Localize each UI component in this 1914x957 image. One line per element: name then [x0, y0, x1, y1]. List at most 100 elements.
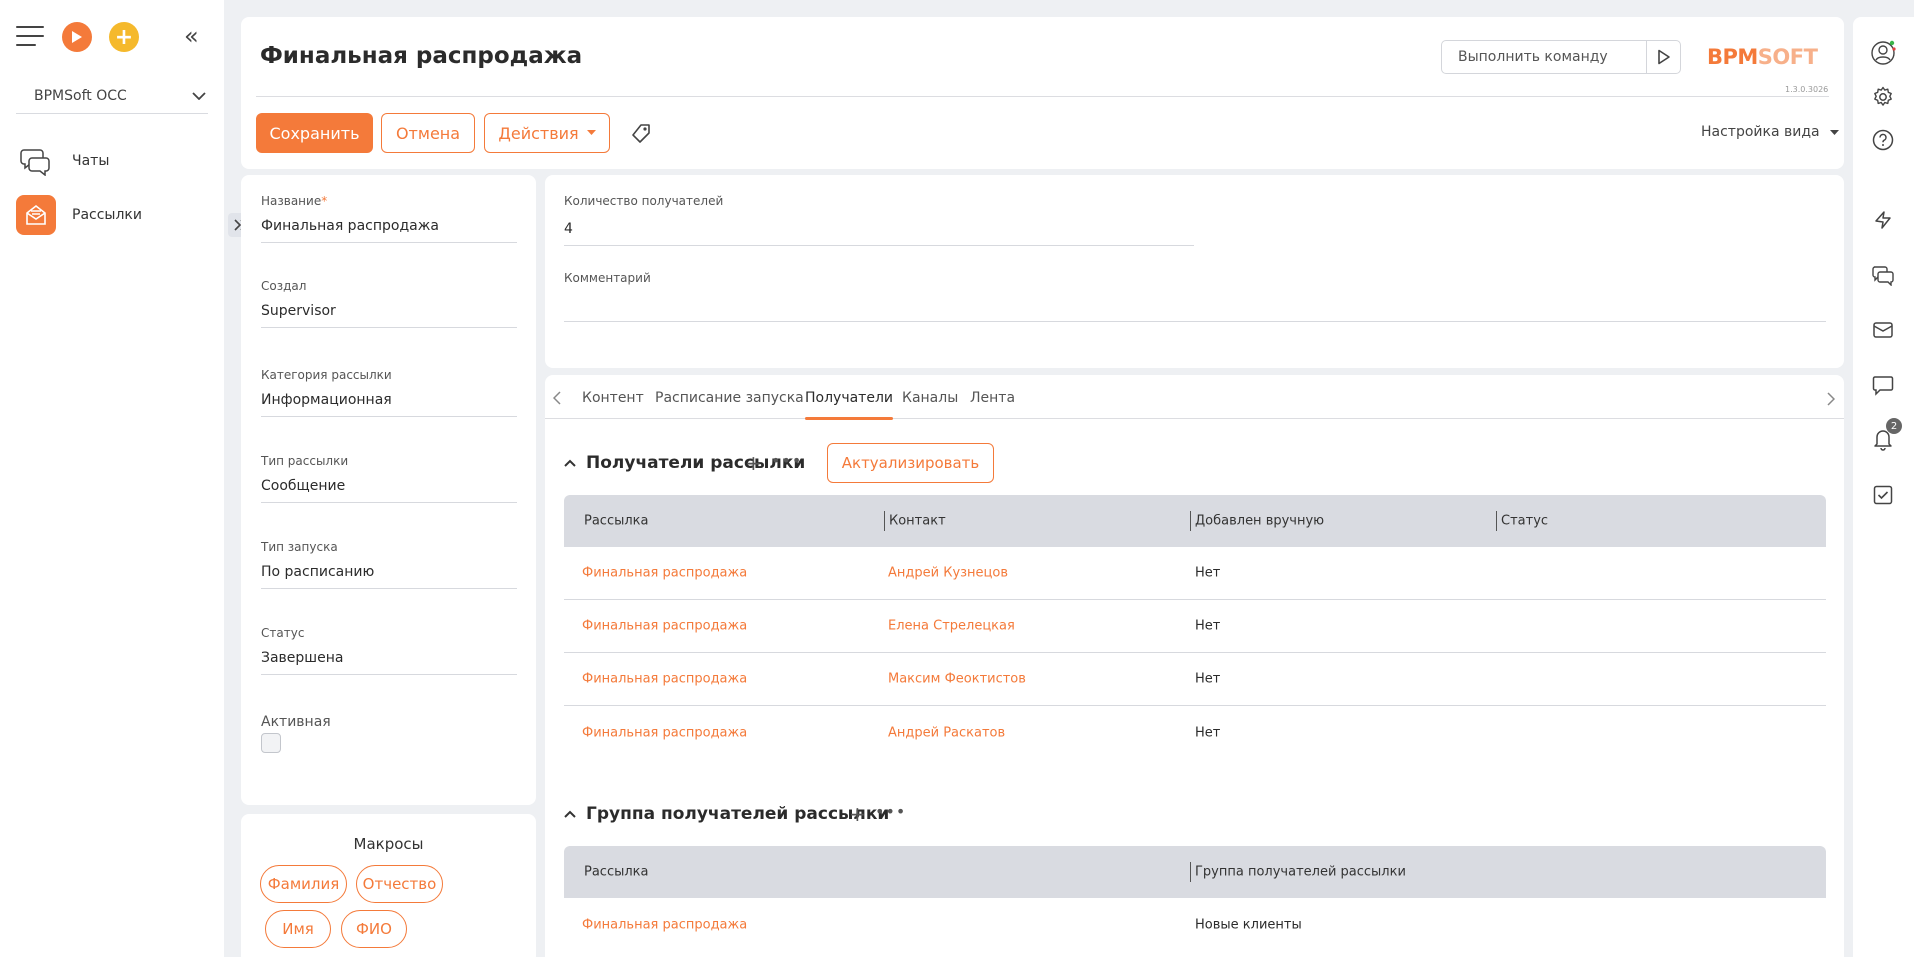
collapse-groups-icon[interactable]: [564, 806, 576, 822]
left-sidebar: + « BPMSoft OCC Чаты Рассылки: [0, 0, 224, 957]
tab-recipients[interactable]: Получатели: [805, 387, 893, 420]
help-icon[interactable]: [1868, 125, 1898, 155]
save-button[interactable]: Сохранить: [256, 113, 373, 153]
mailing-link[interactable]: Финальная распродажа: [582, 566, 747, 581]
mailing-type-field[interactable]: Тип рассылки Сообщение: [261, 454, 517, 503]
mailing-link[interactable]: Финальная распродажа: [582, 619, 747, 634]
mailing-link[interactable]: Финальная распродажа: [582, 672, 747, 687]
status-label: Статус: [261, 626, 305, 640]
add-recipient-icon[interactable]: +: [745, 453, 762, 473]
command-input[interactable]: Выполнить команду: [1441, 40, 1681, 74]
info-panel: Название* Финальная распродажа Создал Su…: [241, 175, 536, 805]
play-icon: [72, 31, 82, 43]
comments-icon[interactable]: [1868, 370, 1898, 400]
column-header-status[interactable]: Статус: [1501, 514, 1548, 529]
contact-link[interactable]: Андрей Раскатов: [888, 725, 1005, 740]
comment-field[interactable]: Комментарий: [564, 271, 1826, 322]
tag-icon[interactable]: [630, 123, 652, 149]
column-header-manual[interactable]: Добавлен вручную: [1195, 514, 1324, 529]
created-by-field[interactable]: Создал Supervisor: [261, 279, 517, 328]
macro-chip-fullname[interactable]: ФИО: [341, 910, 407, 948]
notifications-count-badge: 2: [1886, 418, 1902, 434]
notifications-bell-icon[interactable]: 2: [1868, 418, 1902, 454]
launch-type-value[interactable]: По расписанию: [261, 564, 517, 589]
mailing-link[interactable]: Финальная распродажа: [582, 725, 747, 740]
contact-link[interactable]: Максим Феоктистов: [888, 672, 1026, 687]
command-placeholder: Выполнить команду: [1458, 49, 1608, 65]
details-panel: Количество получателей 4 Комментарий: [545, 175, 1844, 368]
active-checkbox[interactable]: [261, 733, 281, 753]
status-value[interactable]: Завершена: [261, 650, 517, 675]
groups-section-title: Группа получателей рассылки: [586, 804, 890, 824]
column-header-mailing[interactable]: Рассылка: [584, 514, 649, 529]
view-settings-button[interactable]: Настройка вида: [1701, 124, 1840, 140]
tabs-scroll-right-icon[interactable]: [1827, 392, 1836, 410]
column-header-group[interactable]: Группа получателей рассылки: [1195, 865, 1406, 880]
tab-channels[interactable]: Каналы: [902, 387, 958, 419]
recipients-count-value[interactable]: 4: [564, 221, 1194, 246]
name-field[interactable]: Название* Финальная распродажа: [261, 194, 517, 243]
caret-down-icon: [1830, 130, 1840, 135]
category-value[interactable]: Информационная: [261, 392, 517, 417]
recipients-count-label: Количество получателей: [564, 194, 724, 208]
tabs-scroll-left-icon[interactable]: [552, 391, 561, 409]
more-options-icon[interactable]: •••: [771, 451, 802, 470]
tab-schedule[interactable]: Расписание запуска: [655, 387, 804, 419]
update-recipients-button[interactable]: Актуализировать: [827, 443, 994, 483]
sidebar-item-mailings[interactable]: Рассылки: [16, 193, 216, 237]
table-row[interactable]: Финальная распродажа Максим Феоктистов Н…: [564, 653, 1826, 706]
macros-panel: Макросы Фамилия Отчество Имя ФИО: [241, 814, 536, 957]
status-field[interactable]: Статус Завершена: [261, 626, 517, 675]
launch-type-field[interactable]: Тип запуска По расписанию: [261, 540, 517, 589]
collapse-sidebar-icon[interactable]: «: [184, 24, 199, 48]
column-header-mailing[interactable]: Рассылка: [584, 865, 649, 880]
column-header-contact[interactable]: Контакт: [889, 514, 946, 529]
category-field[interactable]: Категория рассылки Информационная: [261, 368, 517, 417]
more-options-icon[interactable]: •••: [875, 802, 906, 821]
manual-value: Нет: [1195, 725, 1221, 740]
comment-label: Комментарий: [564, 271, 651, 285]
header-divider: [256, 96, 1829, 97]
recipients-count-field[interactable]: Количество получателей 4: [564, 194, 1194, 246]
chats-panel-icon[interactable]: [1868, 260, 1898, 290]
mailing-type-value[interactable]: Сообщение: [261, 478, 517, 503]
run-process-button[interactable]: [62, 22, 92, 52]
menu-icon[interactable]: [16, 26, 44, 46]
table-row[interactable]: Финальная распродажа Новые клиенты: [564, 898, 1826, 951]
table-row[interactable]: Финальная распродажа Андрей Раскатов Нет: [564, 706, 1826, 759]
mailing-icon: [16, 195, 56, 235]
actions-label: Действия: [498, 123, 579, 143]
run-command-button[interactable]: [1646, 41, 1680, 73]
table-row[interactable]: Финальная распродажа Елена Стрелецкая Не…: [564, 600, 1826, 653]
add-group-icon[interactable]: +: [849, 804, 866, 824]
contact-link[interactable]: Елена Стрелецкая: [888, 619, 1015, 634]
macro-chip-lastname[interactable]: Фамилия: [260, 865, 347, 903]
sidebar-item-chats[interactable]: Чаты: [16, 139, 216, 183]
workspace-select[interactable]: BPMSoft OCC: [16, 78, 208, 114]
contact-link[interactable]: Андрей Кузнецов: [888, 566, 1008, 581]
created-by-link[interactable]: Supervisor: [261, 303, 517, 328]
table-row[interactable]: Финальная распродажа Андрей Кузнецов Нет: [564, 547, 1826, 600]
actions-panel-icon[interactable]: [1868, 205, 1898, 235]
plus-icon: +: [114, 24, 134, 50]
tab-content[interactable]: Контент: [582, 387, 644, 419]
active-label: Активная: [261, 714, 331, 730]
email-icon[interactable]: [1868, 315, 1898, 345]
tab-bar: Контент Расписание запуска Получатели Ка…: [545, 387, 1844, 420]
tasks-checkbox-icon[interactable]: [1868, 480, 1898, 510]
profile-icon[interactable]: [1868, 38, 1898, 68]
collapse-recipients-icon[interactable]: [564, 455, 576, 471]
grid-header: Рассылка Контакт Добавлен вручную Статус: [564, 495, 1826, 547]
version-label: 1.3.0.3026: [1785, 85, 1829, 94]
sidebar-item-label: Чаты: [72, 153, 110, 169]
tab-feed[interactable]: Лента: [970, 387, 1015, 419]
settings-gear-icon[interactable]: [1868, 82, 1898, 112]
macro-chip-patronymic[interactable]: Отчество: [356, 865, 443, 903]
actions-button[interactable]: Действия: [484, 113, 610, 153]
mailing-link[interactable]: Финальная распродажа: [582, 917, 747, 932]
cancel-button[interactable]: Отмена: [381, 113, 475, 153]
macro-chip-firstname[interactable]: Имя: [265, 910, 331, 948]
name-value[interactable]: Финальная распродажа: [261, 218, 517, 243]
comment-value[interactable]: [564, 298, 1826, 322]
add-button[interactable]: +: [109, 22, 139, 52]
